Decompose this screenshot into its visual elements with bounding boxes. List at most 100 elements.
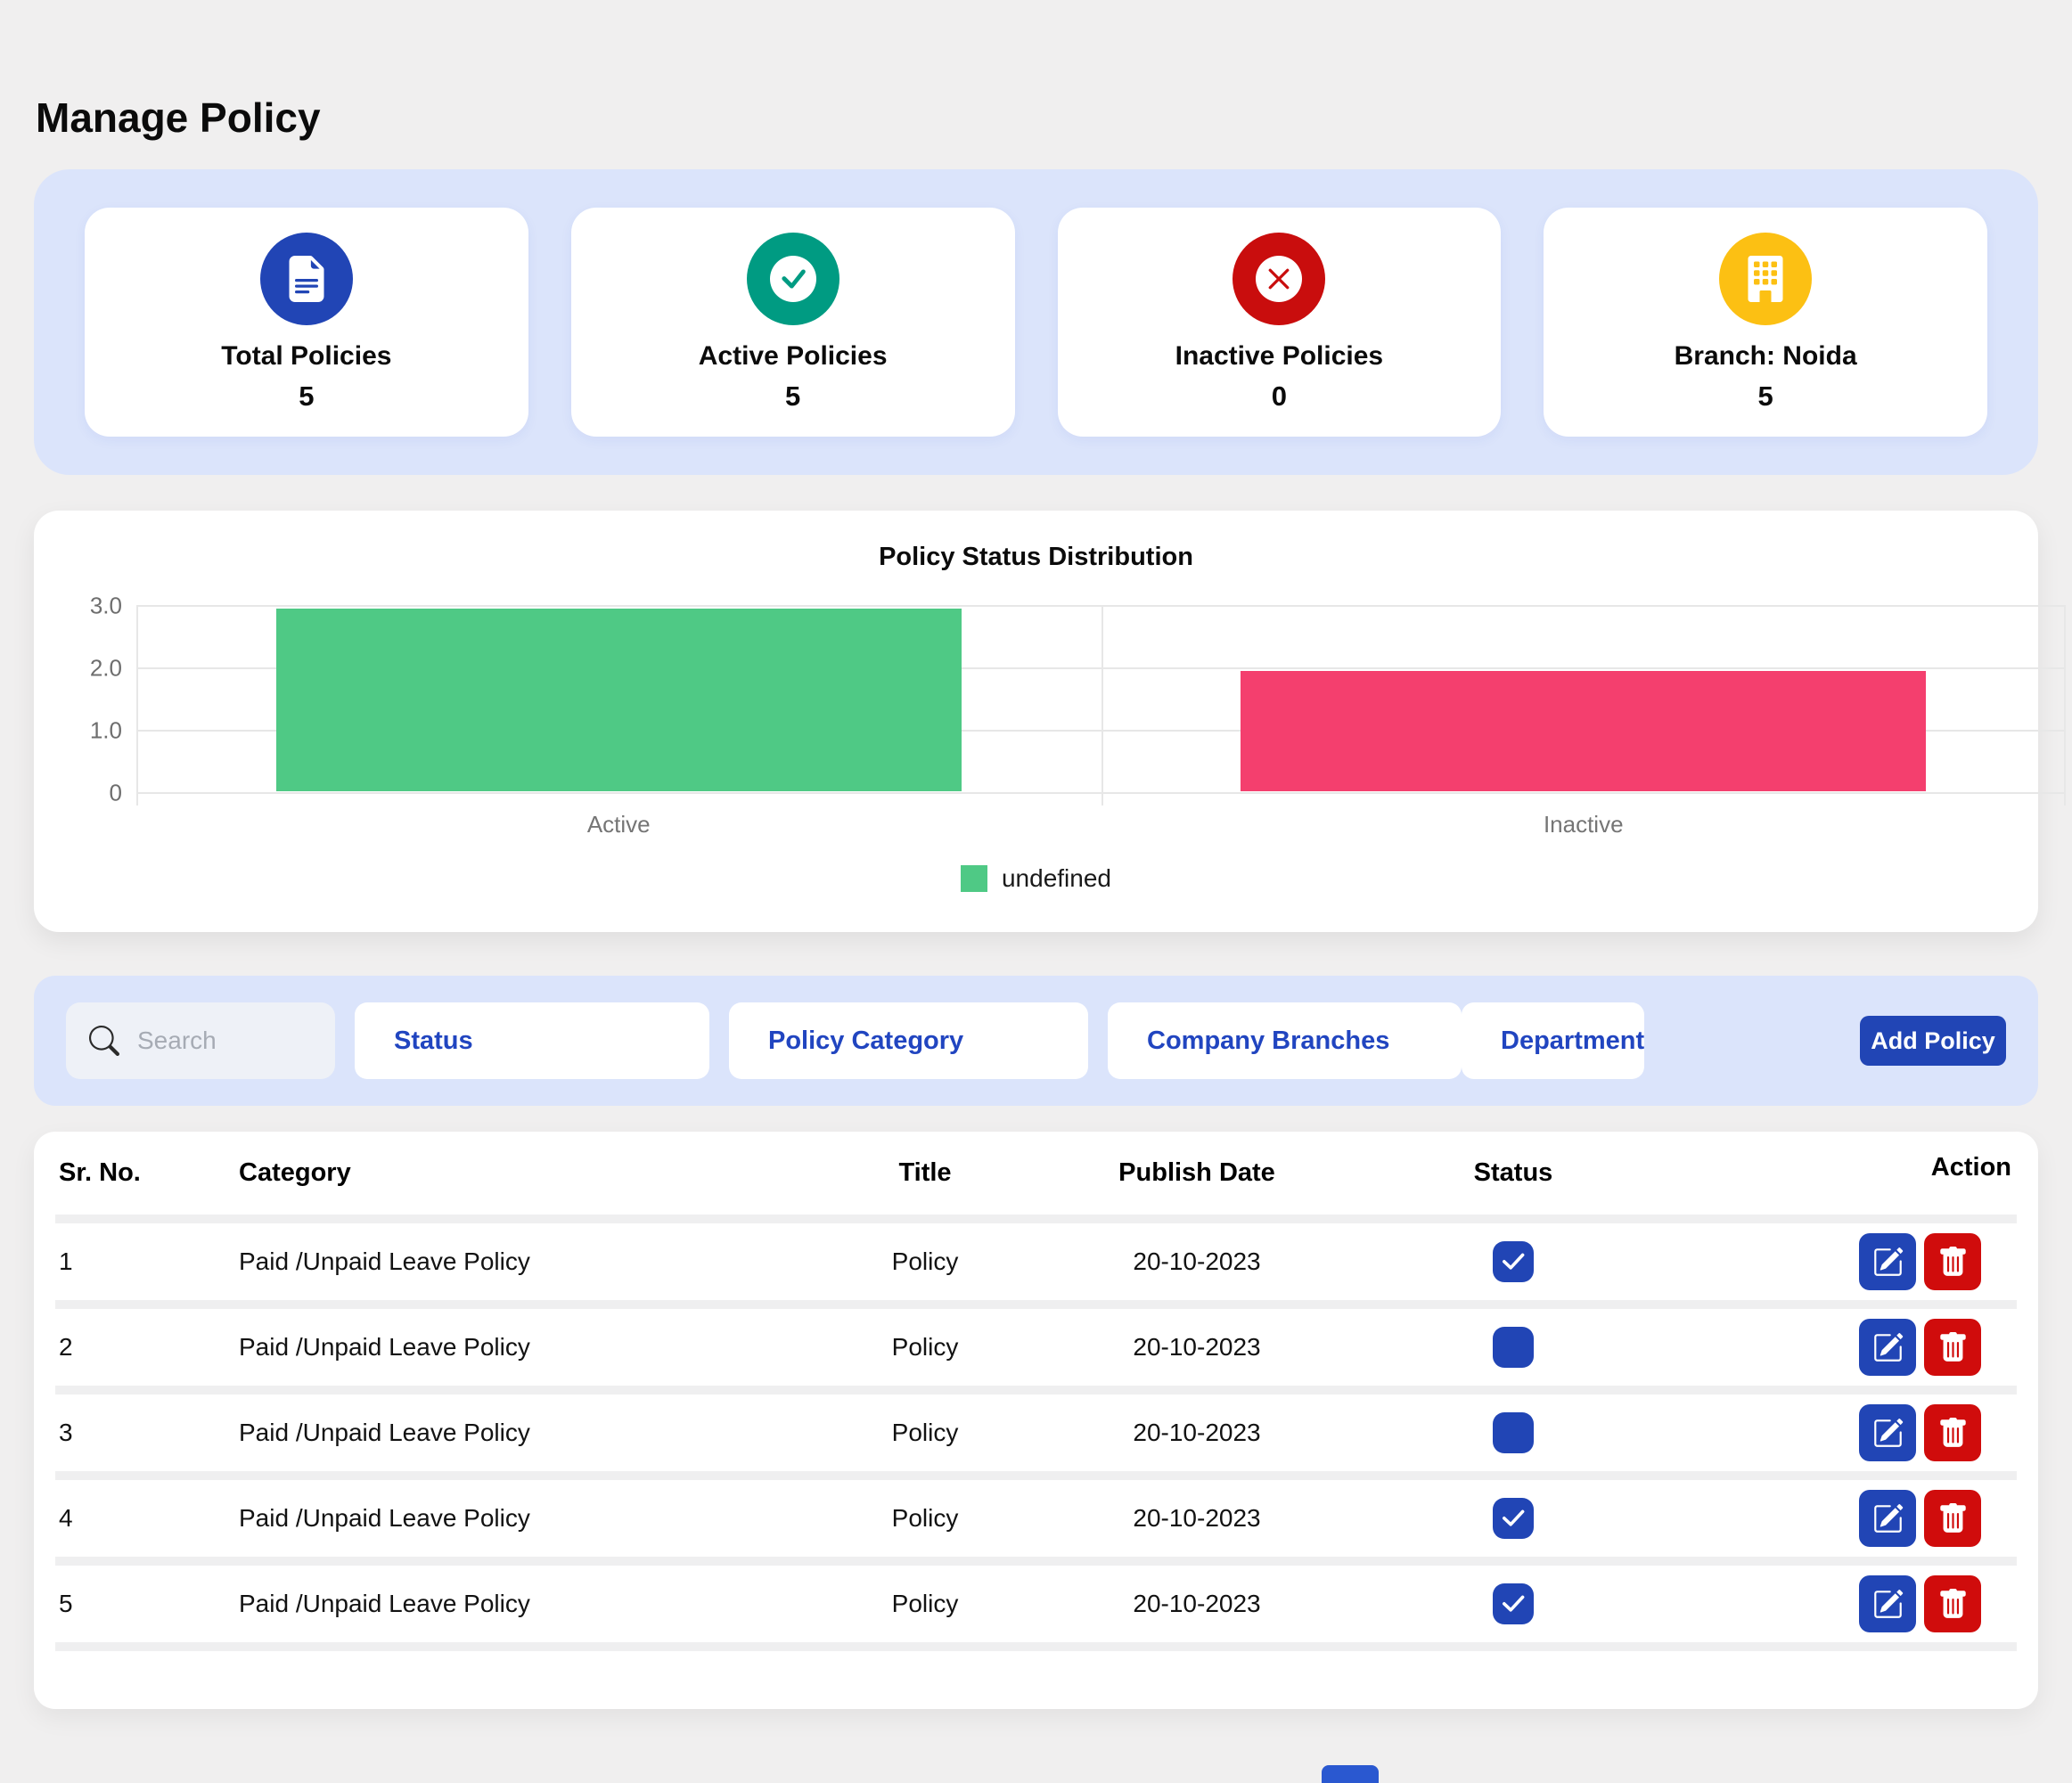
filter-dropdown-status[interactable]: Status bbox=[355, 1002, 709, 1079]
filter-dropdown-policy-category[interactable]: Policy Category bbox=[729, 1002, 1088, 1079]
delete-button[interactable] bbox=[1924, 1404, 1981, 1461]
table-row: 5Paid /Unpaid Leave PolicyPolicy20-10-20… bbox=[34, 1566, 2038, 1642]
chart-title: Policy Status Distribution bbox=[34, 543, 2038, 572]
row-title: Policy bbox=[809, 1247, 1041, 1276]
pencil-square-icon bbox=[1872, 1503, 1904, 1534]
building-icon bbox=[1719, 233, 1812, 325]
delete-button[interactable] bbox=[1924, 1575, 1981, 1632]
stat-label: Total Policies bbox=[221, 341, 391, 372]
trash-icon bbox=[1937, 1589, 1969, 1620]
stat-value: 5 bbox=[785, 380, 800, 413]
header-title: Title bbox=[809, 1158, 1041, 1188]
search-box[interactable] bbox=[66, 1002, 335, 1079]
row-sr-no: 5 bbox=[34, 1590, 239, 1618]
status-checkbox[interactable] bbox=[1493, 1583, 1534, 1624]
row-status-cell bbox=[1353, 1412, 1674, 1453]
chart-legend[interactable]: undefined bbox=[34, 864, 2038, 893]
edit-button[interactable] bbox=[1859, 1319, 1916, 1376]
row-publish-date: 20-10-2023 bbox=[1041, 1504, 1353, 1533]
status-checkbox[interactable] bbox=[1493, 1241, 1534, 1282]
table-row: 1Paid /Unpaid Leave PolicyPolicy20-10-20… bbox=[34, 1223, 2038, 1300]
row-status-cell bbox=[1353, 1583, 1674, 1624]
header-category: Category bbox=[239, 1158, 809, 1188]
search-icon bbox=[89, 1026, 119, 1056]
stat-card-total-policies: Total Policies 5 bbox=[85, 208, 528, 437]
status-checkbox[interactable] bbox=[1493, 1498, 1534, 1539]
row-divider bbox=[55, 1300, 2017, 1309]
row-actions bbox=[1674, 1575, 2038, 1632]
dropdown-label: Company Branches bbox=[1147, 1026, 1389, 1056]
y-tick-label: 3.0 bbox=[90, 593, 122, 620]
delete-button[interactable] bbox=[1924, 1490, 1981, 1547]
filter-band: Status Policy Category Company Branches … bbox=[34, 976, 2038, 1106]
x-circle-icon bbox=[1233, 233, 1325, 325]
stat-value: 0 bbox=[1272, 380, 1287, 413]
bar-chart-plot-area: 3.02.01.00ActiveInactive bbox=[136, 606, 2066, 793]
add-policy-button[interactable]: Add Policy bbox=[1860, 1016, 2006, 1066]
row-divider bbox=[55, 1215, 2017, 1223]
row-category: Paid /Unpaid Leave Policy bbox=[239, 1419, 809, 1447]
gridline bbox=[2064, 606, 2066, 806]
row-actions bbox=[1674, 1319, 2038, 1376]
y-tick-label: 2.0 bbox=[90, 655, 122, 683]
table-body: 1Paid /Unpaid Leave PolicyPolicy20-10-20… bbox=[34, 1215, 2038, 1651]
edit-button[interactable] bbox=[1859, 1575, 1916, 1632]
pencil-square-icon bbox=[1872, 1332, 1904, 1363]
pencil-square-icon bbox=[1872, 1247, 1904, 1278]
dropdown-label: Policy Category bbox=[768, 1026, 963, 1056]
stat-label: Branch: Noida bbox=[1675, 341, 1857, 372]
row-publish-date: 20-10-2023 bbox=[1041, 1590, 1353, 1618]
row-status-cell bbox=[1353, 1498, 1674, 1539]
header-sr-no: Sr. No. bbox=[34, 1158, 239, 1188]
policies-table: Sr. No. Category Title Publish Date Stat… bbox=[34, 1132, 2038, 1709]
filter-dropdown-company-branches[interactable]: Company Branches bbox=[1108, 1002, 1462, 1079]
edit-button[interactable] bbox=[1859, 1233, 1916, 1290]
stat-value: 5 bbox=[299, 380, 314, 413]
trash-icon bbox=[1937, 1503, 1969, 1534]
policy-status-chart-card: Policy Status Distribution 3.02.01.00Act… bbox=[34, 511, 2038, 932]
header-publish-date: Publish Date bbox=[1041, 1158, 1353, 1188]
trash-icon bbox=[1937, 1247, 1969, 1278]
row-sr-no: 4 bbox=[34, 1504, 239, 1533]
gridline bbox=[136, 606, 138, 806]
row-actions bbox=[1674, 1490, 2038, 1547]
checkbox-check-icon bbox=[1499, 1504, 1527, 1533]
stats-band: Total Policies 5 Active Policies 5 Inact… bbox=[34, 169, 2038, 475]
legend-swatch bbox=[961, 865, 987, 892]
document-icon bbox=[260, 233, 353, 325]
status-checkbox[interactable] bbox=[1493, 1327, 1534, 1368]
table-row: 4Paid /Unpaid Leave PolicyPolicy20-10-20… bbox=[34, 1480, 2038, 1557]
stat-card-inactive-policies: Inactive Policies 0 bbox=[1058, 208, 1502, 437]
row-category: Paid /Unpaid Leave Policy bbox=[239, 1590, 809, 1618]
filter-dropdown-department[interactable]: Department bbox=[1462, 1002, 1644, 1079]
pencil-square-icon bbox=[1872, 1589, 1904, 1620]
row-publish-date: 20-10-2023 bbox=[1041, 1247, 1353, 1276]
row-sr-no: 1 bbox=[34, 1247, 239, 1276]
y-tick-label: 0 bbox=[110, 780, 122, 807]
edit-button[interactable] bbox=[1859, 1404, 1916, 1461]
row-divider bbox=[55, 1386, 2017, 1395]
row-divider bbox=[55, 1471, 2017, 1480]
header-action: Action bbox=[1674, 1153, 2038, 1182]
legend-label: undefined bbox=[1002, 864, 1111, 893]
row-title: Policy bbox=[809, 1590, 1041, 1618]
x-tick-label: Active bbox=[136, 811, 1102, 838]
delete-button[interactable] bbox=[1924, 1233, 1981, 1290]
delete-button[interactable] bbox=[1924, 1319, 1981, 1376]
row-status-cell bbox=[1353, 1241, 1674, 1282]
table-row: 3Paid /Unpaid Leave PolicyPolicy20-10-20… bbox=[34, 1395, 2038, 1471]
row-status-cell bbox=[1353, 1327, 1674, 1368]
edit-button[interactable] bbox=[1859, 1490, 1916, 1547]
row-actions bbox=[1674, 1233, 2038, 1290]
row-divider bbox=[55, 1642, 2017, 1651]
row-category: Paid /Unpaid Leave Policy bbox=[239, 1333, 809, 1362]
stat-label: Active Policies bbox=[699, 341, 888, 372]
bottom-blue-element bbox=[1322, 1765, 1379, 1783]
dropdown-label: Status bbox=[394, 1026, 473, 1056]
pencil-square-icon bbox=[1872, 1418, 1904, 1449]
page-title: Manage Policy bbox=[36, 94, 321, 142]
trash-icon bbox=[1937, 1332, 1969, 1363]
check-circle-icon bbox=[747, 233, 839, 325]
search-input[interactable] bbox=[135, 1026, 308, 1056]
status-checkbox[interactable] bbox=[1493, 1412, 1534, 1453]
